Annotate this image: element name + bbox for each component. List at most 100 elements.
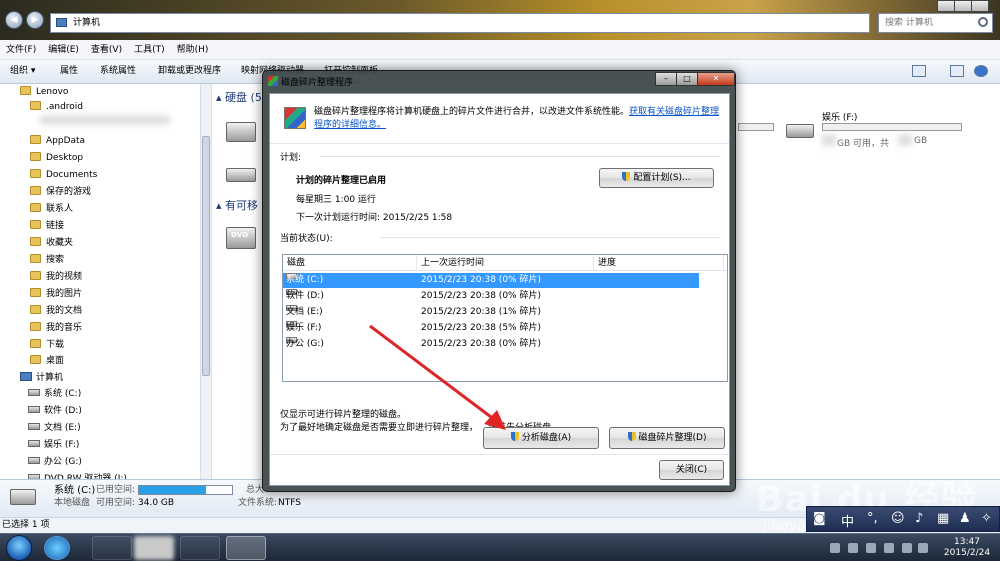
- ime-user-icon[interactable]: ♟: [959, 511, 971, 526]
- blurred-taskbar-icon[interactable]: [134, 536, 174, 560]
- drive-g-icon[interactable]: [226, 168, 256, 182]
- close-button[interactable]: [971, 0, 989, 12]
- tree-item-folder[interactable]: 我的图片: [30, 286, 82, 302]
- disk-list[interactable]: 磁盘 上一次运行时间 进度 系统 (C:) 2015/2/23 20:38 (0%…: [282, 254, 728, 382]
- disk-last-run: 2015/2/23 20:38 (0% 碎片): [421, 291, 541, 301]
- tree-item-folder[interactable]: Desktop: [30, 150, 83, 166]
- column-disk[interactable]: 磁盘: [283, 255, 417, 271]
- search-input[interactable]: 搜索 计算机: [878, 13, 993, 33]
- ime-keyboard-icon[interactable]: ▦: [937, 511, 949, 526]
- ime-logo-icon[interactable]: ◙: [813, 511, 826, 526]
- dialog-minimize-button[interactable]: –: [655, 72, 677, 86]
- defrag-icon: [268, 76, 278, 86]
- column-progress[interactable]: 进度: [594, 255, 724, 271]
- ime-mode[interactable]: 中: [841, 511, 854, 530]
- ime-emoji-icon[interactable]: ☺: [891, 511, 905, 526]
- tree-item-folder[interactable]: 我的视频: [30, 269, 82, 285]
- configure-schedule-button[interactable]: 配置计划(S)...: [599, 168, 714, 188]
- column-last-run[interactable]: 上一次运行时间: [417, 255, 594, 271]
- taskbar-clock[interactable]: 13:47 2015/2/24: [936, 537, 998, 559]
- tree-item-user[interactable]: Lenovo: [20, 84, 68, 100]
- ie-taskbar-icon[interactable]: [44, 536, 70, 560]
- menu-edit[interactable]: 编辑(E): [42, 40, 85, 60]
- tree-item-drive[interactable]: DVD RW 驱动器 (I:): [28, 471, 127, 479]
- button-label: 分析磁盘(A): [521, 433, 572, 443]
- ime-mic-icon[interactable]: ♪: [915, 511, 923, 526]
- tray-power-icon[interactable]: [918, 543, 928, 553]
- tree-item-drive[interactable]: 办公 (G:): [28, 454, 82, 470]
- tree-item-drive[interactable]: 系统 (C:): [28, 386, 81, 402]
- view-options-icon[interactable]: [912, 65, 926, 77]
- dialog-maximize-button[interactable]: □: [676, 72, 698, 86]
- tree-item-computer[interactable]: 计算机: [20, 370, 63, 386]
- folder-icon: [30, 152, 41, 161]
- properties-button[interactable]: 属性: [60, 60, 78, 82]
- menu-help[interactable]: 帮助(H): [171, 40, 215, 60]
- tree-item-folder[interactable]: 搜索: [30, 252, 64, 268]
- ime-settings-icon[interactable]: ✧: [981, 511, 992, 526]
- tree-item-folder[interactable]: 下载: [30, 337, 64, 353]
- divider: [270, 454, 729, 455]
- tray-shield-icon[interactable]: [830, 543, 840, 553]
- menu-view[interactable]: 查看(V): [85, 40, 128, 60]
- tree-item-folder[interactable]: 联系人: [30, 201, 73, 217]
- drive-icon: [28, 457, 40, 464]
- tree-item-folder[interactable]: .android: [30, 99, 83, 115]
- details-capacity-bar: [138, 485, 233, 495]
- tree-item-folder[interactable]: 链接: [30, 218, 64, 234]
- disk-row[interactable]: 办公 (G:) 2015/2/23 20:38 (0% 碎片): [283, 337, 699, 352]
- disk-row[interactable]: 文档 (E:) 2015/2/23 20:38 (1% 碎片): [283, 305, 699, 320]
- disk-row[interactable]: 系统 (C:) 2015/2/23 20:38 (0% 碎片): [283, 273, 699, 288]
- tree-item-drive[interactable]: 娱乐 (F:): [28, 437, 79, 453]
- back-button[interactable]: ◀: [5, 11, 23, 29]
- forward-button[interactable]: ▶: [26, 11, 44, 29]
- tree-label: Documents: [46, 170, 98, 180]
- help-icon[interactable]: [974, 65, 988, 77]
- tray-volume-icon[interactable]: [902, 543, 912, 553]
- tray-network-icon[interactable]: [848, 543, 858, 553]
- system-properties-button[interactable]: 系统属性: [100, 60, 136, 82]
- start-button[interactable]: [6, 535, 32, 561]
- disk-row[interactable]: 软件 (D:) 2015/2/23 20:38 (0% 碎片): [283, 289, 699, 304]
- menu-file[interactable]: 文件(F): [0, 40, 42, 60]
- defrag-large-icon: [284, 107, 306, 129]
- tree-item-drive[interactable]: 软件 (D:): [28, 403, 82, 419]
- tray-flag-icon[interactable]: [866, 543, 876, 553]
- removable-group-header[interactable]: ▴ 有可移: [216, 197, 258, 213]
- tree-item-folder[interactable]: 我的文档: [30, 303, 82, 319]
- defragment-disk-button[interactable]: 磁盘碎片整理(D): [609, 427, 725, 449]
- hard-disk-group-header[interactable]: ▴ 硬盘 (5: [216, 89, 262, 105]
- tree-item-folder[interactable]: 收藏夹: [30, 235, 73, 251]
- computer-taskbar-icon[interactable]: [180, 536, 220, 560]
- preview-pane-icon[interactable]: [950, 65, 964, 77]
- defrag-taskbar-icon[interactable]: [226, 536, 266, 560]
- tree-item-folder[interactable]: 桌面: [30, 353, 64, 369]
- analyze-disk-button[interactable]: 分析磁盘(A): [483, 427, 599, 449]
- uninstall-button[interactable]: 卸载或更改程序: [158, 60, 221, 82]
- disk-row[interactable]: 娱乐 (F:) 2015/2/23 20:38 (5% 碎片): [283, 321, 699, 336]
- tree-label: .android: [46, 102, 84, 112]
- dialog-close-button[interactable]: ✕: [697, 72, 735, 86]
- tray-monitor-icon[interactable]: [884, 543, 894, 553]
- tree-item-folder[interactable]: Documents: [30, 167, 97, 183]
- tree-item-folder[interactable]: 保存的游戏: [30, 184, 91, 200]
- folder-icon: [30, 288, 41, 297]
- tree-item-folder[interactable]: AppData: [30, 133, 85, 149]
- explorer-taskbar-icon[interactable]: [92, 536, 132, 560]
- minimize-button[interactable]: [937, 0, 955, 12]
- close-dialog-button[interactable]: 关闭(C): [659, 460, 724, 480]
- dialog-window-controls: – □ ✕: [655, 72, 735, 86]
- drive-c-icon[interactable]: [226, 122, 256, 142]
- address-bar[interactable]: 计算机: [50, 13, 870, 33]
- sidebar-scroll-thumb[interactable]: [202, 136, 210, 376]
- menu-tools[interactable]: 工具(T): [128, 40, 171, 60]
- tree-item-folder[interactable]: 我的音乐: [30, 320, 82, 336]
- dvd-drive-icon[interactable]: DVD: [226, 227, 256, 249]
- organize-button[interactable]: 组织 ▾: [10, 60, 35, 82]
- ime-punct[interactable]: °,: [867, 511, 878, 526]
- drive-f-icon[interactable]: [786, 124, 814, 138]
- tree-item-drive[interactable]: 文档 (E:): [28, 420, 81, 436]
- maximize-button[interactable]: [954, 0, 972, 12]
- disk-last-run: 2015/2/23 20:38 (1% 碎片): [421, 307, 541, 317]
- folder-icon: [30, 220, 41, 229]
